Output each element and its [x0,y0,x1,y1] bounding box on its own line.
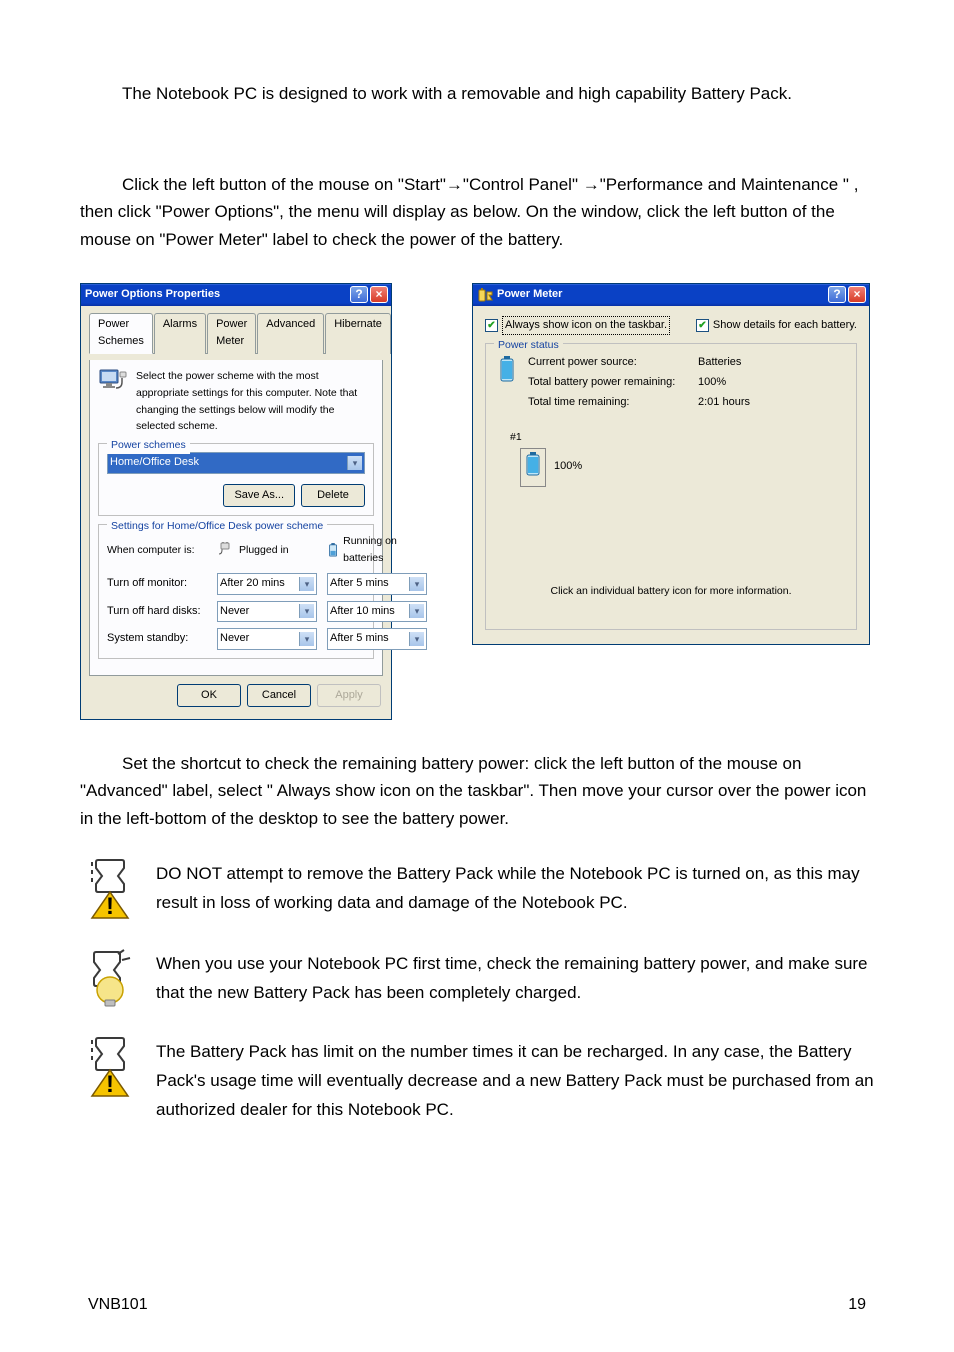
battery-full-icon [523,451,543,477]
group-legend: Power status [494,337,563,354]
monitor-batt-select[interactable]: After 5 mins▾ [327,573,427,595]
hdd-plugged-select[interactable]: Never▾ [217,601,317,623]
settings-legend: Settings for Home/Office Desk power sche… [107,518,327,535]
svg-text:!: ! [106,893,114,920]
standby-batt-select[interactable]: After 5 mins▾ [327,628,427,650]
intro-paragraph: The Notebook PC is designed to work with… [80,80,874,107]
chevron-down-icon: ▾ [299,632,314,646]
group-legend: Power schemes [107,437,190,454]
chevron-down-icon: ▾ [409,577,424,591]
power-options-dialog: Power Options Properties ? × Power Schem… [80,283,392,721]
dialog-title: Power Meter [497,286,826,304]
note-text: When you use your Notebook PC first time… [156,946,874,1008]
hdd-batt-select[interactable]: After 10 mins▾ [327,601,427,623]
power-schemes-group: Power schemes Home/Office Desk ▾ Save As… [98,443,374,516]
power-status-group: Power status Current power source:Batter… [485,343,857,630]
power-meter-dialog: Power Meter ? × ✔ Always show icon on th… [472,283,870,646]
standby-plugged-select[interactable]: Never▾ [217,628,317,650]
help-button[interactable]: ? [828,286,846,303]
tab-advanced[interactable]: Advanced [257,313,324,354]
checkbox-label: Show details for each battery. [713,317,857,335]
monitor-plug-icon [98,368,128,396]
save-as-button[interactable]: Save As... [223,484,295,508]
warning-note-1: ! DO NOT attempt to remove the Battery P… [80,856,874,928]
battery-status-icon [496,354,518,384]
show-details-checkbox[interactable]: ✔ Show details for each battery. [696,316,857,336]
warning-note-2: ! The Battery Pack has limit on the numb… [80,1034,874,1125]
hand-bulb-icon [80,946,140,1008]
battery-index: #1 [510,429,522,446]
close-button[interactable]: × [370,286,388,303]
stop-warning-icon: ! [80,1034,140,1098]
checkbox-label: Always show icon on the taskbar. [502,316,670,336]
status-value: Batteries [698,354,750,372]
scheme-select[interactable]: Home/Office Desk ▾ [107,452,365,474]
help-button[interactable]: ? [350,286,368,303]
footer-model: VNB101 [88,1292,148,1318]
screenshots-row: Power Options Properties ? × Power Schem… [80,283,874,721]
shortcut-paragraph: Set the shortcut to check the remaining … [80,750,874,832]
tab-alarms[interactable]: Alarms [154,313,206,354]
note-text: DO NOT attempt to remove the Battery Pac… [156,856,874,918]
close-button[interactable]: × [848,286,866,303]
cancel-button[interactable]: Cancel [247,684,311,708]
chevron-down-icon: ▾ [299,604,314,618]
battery-percent: 100% [554,458,582,476]
always-show-checkbox[interactable]: ✔ Always show icon on the taskbar. [485,316,670,336]
chevron-down-icon: ▾ [409,632,424,646]
tab-power-schemes[interactable]: Power Schemes [89,313,153,354]
status-key: Total time remaining: [528,394,698,412]
power-meter-hint: Click an individual battery icon for mor… [496,583,846,600]
ok-button[interactable]: OK [177,684,241,708]
battery-button[interactable] [520,448,546,487]
checkbox-icon: ✔ [485,319,498,332]
status-key: Total battery power remaining: [528,374,698,392]
plug-icon [217,542,235,558]
stop-warning-icon: ! [80,856,140,920]
monitor-plugged-select[interactable]: After 20 mins▾ [217,573,317,595]
battery-icon [327,541,339,559]
svg-text:!: ! [106,1071,114,1098]
scheme-description: Select the power scheme with the most ap… [136,368,374,435]
tip-note: When you use your Notebook PC first time… [80,946,874,1016]
chevron-down-icon: ▾ [347,456,362,470]
dialog-title: Power Options Properties [85,286,348,304]
power-status-lines: Current power source:Batteries Total bat… [528,354,750,411]
navigation-paragraph: Click the left button of the mouse on "S… [80,171,874,253]
apply-button[interactable]: Apply [317,684,381,708]
when-computer-is-label: When computer is: [107,542,207,559]
status-key: Current power source: [528,354,698,372]
tab-hibernate[interactable]: Hibernate [325,313,391,354]
delete-button[interactable]: Delete [301,484,365,508]
chevron-down-icon: ▾ [299,577,314,591]
batteries-header: Running on batteries [327,533,427,567]
page-footer: VNB101 19 [0,1292,954,1318]
row-label: Turn off monitor: [107,575,207,593]
scheme-selected-value: Home/Office Desk [110,454,199,472]
scheme-settings-group: Settings for Home/Office Desk power sche… [98,524,374,658]
dialog-titlebar: Power Meter ? × [473,284,869,306]
plugged-in-header: Plugged in [217,542,317,559]
row-label: System standby: [107,630,207,648]
footer-page-number: 19 [848,1292,866,1318]
chevron-down-icon: ▾ [409,604,424,618]
tab-power-meter[interactable]: Power Meter [207,313,256,354]
row-label: Turn off hard disks: [107,603,207,621]
status-value: 2:01 hours [698,394,750,412]
note-text: The Battery Pack has limit on the number… [156,1034,874,1125]
dialog-tabs: Power Schemes Alarms Power Meter Advance… [89,312,383,354]
dialog-titlebar: Power Options Properties ? × [81,284,391,306]
power-meter-title-icon [477,287,493,303]
status-value: 100% [698,374,750,392]
tab-panel: Select the power scheme with the most ap… [89,360,383,676]
checkbox-icon: ✔ [696,319,709,332]
